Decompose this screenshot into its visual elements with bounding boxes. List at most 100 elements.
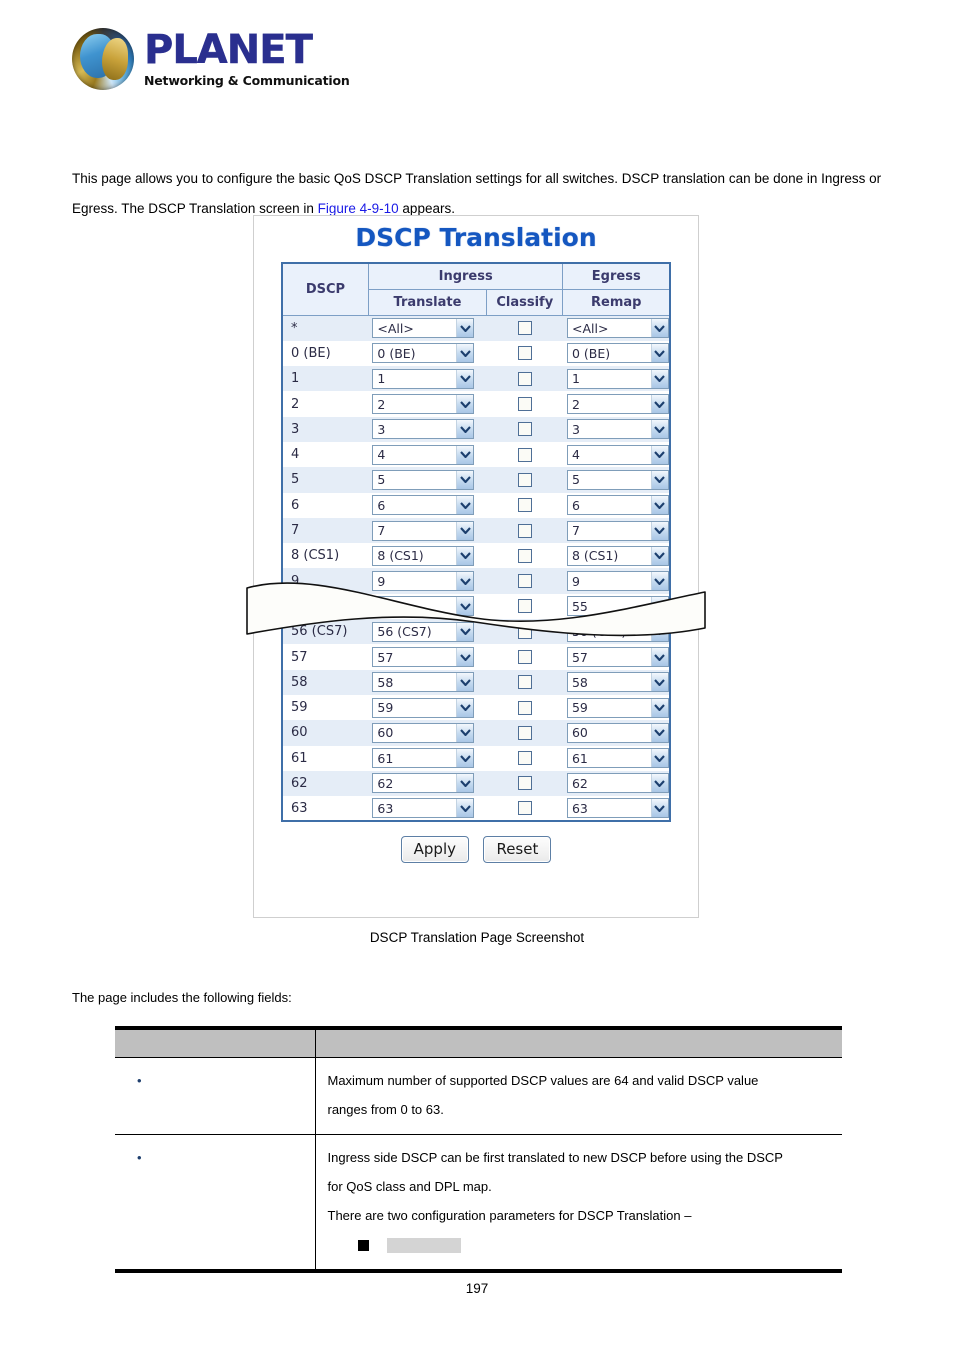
translate-select[interactable]: 0 (BE) bbox=[372, 343, 475, 364]
translate-select[interactable]: 55 bbox=[372, 596, 475, 617]
translate-select[interactable]: 4 bbox=[372, 444, 475, 465]
classify-cell bbox=[487, 341, 563, 366]
apply-button[interactable]: Apply bbox=[400, 836, 469, 864]
remap-select[interactable]: <All> bbox=[566, 318, 669, 339]
chevron-down-icon bbox=[456, 698, 474, 717]
translate-cell: 8 (CS1) bbox=[368, 543, 486, 568]
remap-select[interactable]: 55 bbox=[566, 596, 669, 617]
translate-select[interactable]: 58 bbox=[372, 672, 475, 693]
chevron-down-icon bbox=[456, 546, 474, 565]
remap-cell: 58 bbox=[563, 670, 670, 695]
classify-checkbox[interactable] bbox=[517, 371, 532, 386]
remap-select[interactable]: 0 (BE) bbox=[566, 343, 669, 364]
remap-select[interactable]: 3 bbox=[566, 419, 669, 440]
classify-checkbox[interactable] bbox=[517, 498, 532, 513]
classify-checkbox[interactable] bbox=[517, 751, 532, 766]
remap-cell: 57 bbox=[563, 644, 670, 669]
remap-select[interactable]: 5 bbox=[566, 469, 669, 490]
classify-checkbox[interactable] bbox=[517, 548, 532, 563]
classify-checkbox[interactable] bbox=[517, 523, 532, 538]
chevron-down-icon bbox=[650, 698, 668, 717]
fields-intro-text: The page includes the following fields: bbox=[72, 990, 292, 1005]
remap-select[interactable]: 2 bbox=[566, 394, 669, 415]
remap-select[interactable]: 60 bbox=[566, 722, 669, 743]
classify-checkbox[interactable] bbox=[517, 397, 532, 412]
classify-checkbox[interactable] bbox=[517, 650, 532, 664]
description-line: Maximum number of supported DSCP values … bbox=[327, 1072, 759, 1088]
remap-select[interactable]: 7 bbox=[566, 520, 669, 541]
translate-select[interactable]: 1 bbox=[372, 368, 475, 389]
translate-select[interactable]: 3 bbox=[372, 419, 475, 440]
classify-checkbox[interactable] bbox=[517, 422, 532, 437]
classify-cell bbox=[487, 695, 563, 720]
chevron-down-icon bbox=[650, 420, 668, 439]
remap-cell: 59 bbox=[563, 695, 670, 720]
remap-select[interactable]: 1 bbox=[566, 368, 669, 389]
reset-button[interactable]: Reset bbox=[483, 836, 552, 864]
remap-select[interactable]: 56 (CS7) bbox=[566, 621, 669, 642]
chevron-down-icon bbox=[456, 344, 474, 363]
dscp-value-cell: 55 bbox=[291, 598, 308, 614]
classify-cell bbox=[487, 442, 563, 467]
figure-reference-link[interactable]: Figure 4-9-10 bbox=[318, 201, 399, 216]
classify-checkbox[interactable] bbox=[517, 725, 532, 740]
translate-select[interactable]: 9 bbox=[372, 571, 475, 592]
select-value: 5 bbox=[571, 472, 580, 488]
chevron-down-icon bbox=[650, 369, 668, 388]
classify-checkbox[interactable] bbox=[517, 472, 532, 487]
remap-select[interactable]: 9 bbox=[566, 571, 669, 592]
remap-select[interactable]: 8 (CS1) bbox=[566, 545, 669, 566]
select-value: 0 (BE) bbox=[571, 345, 611, 361]
screenshot-panel: DSCP Translation DSCP Ingress Egress Tra… bbox=[253, 215, 699, 918]
remap-select[interactable]: 61 bbox=[566, 748, 669, 769]
translate-select[interactable]: 5 bbox=[372, 469, 475, 490]
description-line: There are two configuration parameters f… bbox=[327, 1207, 692, 1223]
classify-cell bbox=[487, 568, 563, 593]
remap-select[interactable]: 6 bbox=[566, 495, 669, 516]
classify-checkbox[interactable] bbox=[517, 801, 532, 816]
select-value: 0 (BE) bbox=[377, 345, 416, 361]
translate-select[interactable]: 2 bbox=[372, 394, 475, 415]
remap-select[interactable]: 62 bbox=[566, 773, 669, 794]
translate-select[interactable]: 6 bbox=[372, 495, 475, 516]
translate-select[interactable]: 61 bbox=[372, 748, 475, 769]
dscp-value-cell: 4 bbox=[291, 447, 300, 463]
dscp-value-cell: 3 bbox=[291, 421, 300, 437]
remap-cell: 8 (CS1) bbox=[563, 543, 670, 568]
classify-checkbox[interactable] bbox=[517, 346, 532, 361]
translate-select[interactable]: <All> bbox=[372, 318, 475, 339]
classify-checkbox[interactable] bbox=[517, 675, 532, 690]
description-line: for QoS class and DPL map. bbox=[327, 1178, 492, 1194]
classify-checkbox[interactable] bbox=[517, 700, 532, 715]
classify-checkbox[interactable] bbox=[517, 321, 532, 336]
dscp-value-cell: 62 bbox=[291, 775, 308, 791]
translate-select[interactable]: 57 bbox=[372, 647, 475, 667]
table-row: 3 3 3 bbox=[282, 416, 670, 442]
translate-select[interactable]: 8 (CS1) bbox=[372, 545, 475, 566]
translate-select[interactable]: 56 (CS7) bbox=[372, 621, 475, 642]
classify-checkbox[interactable] bbox=[517, 624, 532, 639]
translate-cell: 63 bbox=[368, 796, 486, 821]
classify-checkbox[interactable] bbox=[517, 574, 532, 589]
translate-select[interactable]: 59 bbox=[372, 697, 475, 718]
remap-select[interactable]: 59 bbox=[566, 697, 669, 718]
translate-select[interactable]: 62 bbox=[372, 773, 475, 794]
translate-select[interactable]: 60 bbox=[372, 722, 475, 743]
select-value: 58 bbox=[377, 674, 394, 690]
table-row: * <All> <All> bbox=[282, 315, 670, 341]
translate-select[interactable]: 63 bbox=[372, 798, 475, 819]
remap-select[interactable]: 4 bbox=[566, 444, 669, 465]
chevron-down-icon bbox=[456, 470, 474, 489]
translate-cell: 3 bbox=[368, 417, 486, 442]
brand-tagline: Networking & Communication bbox=[144, 73, 350, 88]
classify-checkbox[interactable] bbox=[517, 599, 532, 614]
classify-checkbox[interactable] bbox=[517, 776, 532, 791]
remap-select[interactable]: 63 bbox=[566, 798, 669, 819]
table-row: 6 6 6 bbox=[282, 492, 670, 518]
select-value: 4 bbox=[377, 447, 386, 463]
remap-select[interactable]: 58 bbox=[566, 672, 669, 693]
classify-checkbox[interactable] bbox=[517, 447, 532, 462]
translate-select[interactable]: 7 bbox=[372, 520, 475, 541]
remap-select[interactable]: 57 bbox=[566, 647, 669, 667]
dscp-value-cell: 1 bbox=[291, 371, 300, 387]
